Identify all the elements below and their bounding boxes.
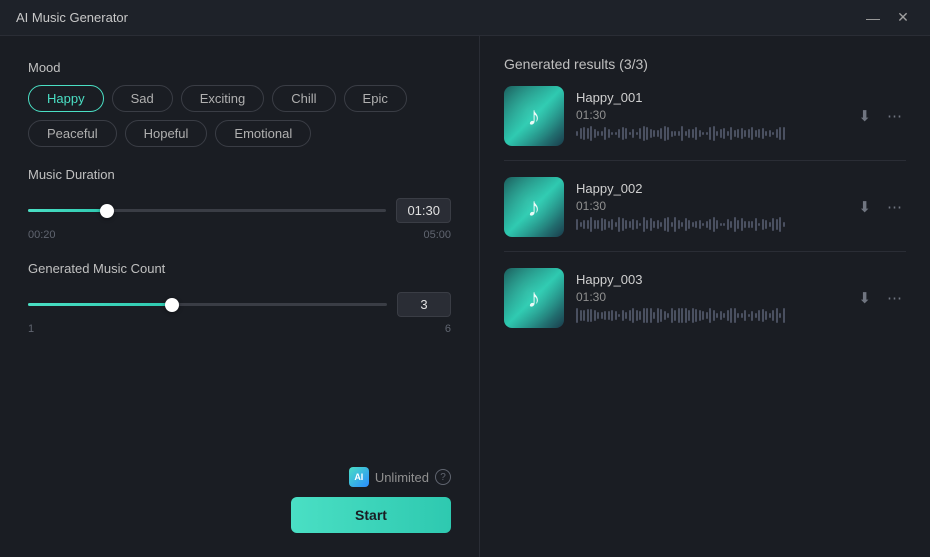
unlimited-row: AI Unlimited ? <box>349 467 451 487</box>
left-panel: Mood Happy Sad Exciting Chill Epic Peace… <box>0 36 480 557</box>
result-thumb-2: ♪ <box>504 177 564 237</box>
result-info-2: Happy_002 01:30 <box>576 181 842 234</box>
more-button-3[interactable]: ⋯ <box>883 285 906 311</box>
result-time-1: 01:30 <box>576 108 842 122</box>
duration-track <box>28 209 386 212</box>
result-info-1: Happy_001 01:30 <box>576 90 842 143</box>
result-time-2: 01:30 <box>576 199 842 213</box>
duration-min: 00:20 <box>28 229 56 241</box>
count-min: 1 <box>28 323 34 335</box>
info-icon[interactable]: ? <box>435 469 451 485</box>
app-title: AI Music Generator <box>16 10 128 25</box>
result-item-2: ♪ Happy_002 01:30 ⬇ ⋯ <box>504 177 906 252</box>
duration-slider-wrapper <box>28 201 386 221</box>
more-button-2[interactable]: ⋯ <box>883 194 906 220</box>
duration-range: 00:20 05:00 <box>28 229 451 241</box>
count-label: Generated Music Count <box>28 261 451 276</box>
main-layout: Mood Happy Sad Exciting Chill Epic Peace… <box>0 36 930 557</box>
music-note-icon-2: ♪ <box>528 192 541 223</box>
mood-btn-happy[interactable]: Happy <box>28 85 104 112</box>
count-slider-wrapper <box>28 295 387 315</box>
duration-slider-row: 01:30 <box>28 198 451 223</box>
mood-btn-peaceful[interactable]: Peaceful <box>28 120 117 147</box>
mood-btn-chill[interactable]: Chill <box>272 85 335 112</box>
result-name-2: Happy_002 <box>576 181 842 196</box>
count-fill <box>28 303 172 306</box>
result-actions-1: ⬇ ⋯ <box>854 103 906 129</box>
start-button[interactable]: Start <box>291 497 451 533</box>
count-max: 6 <box>445 323 451 335</box>
duration-label: Music Duration <box>28 167 451 182</box>
mood-btn-hopeful[interactable]: Hopeful <box>125 120 208 147</box>
duration-section: Music Duration 01:30 00:20 05:00 <box>28 167 451 241</box>
mood-btn-exciting[interactable]: Exciting <box>181 85 265 112</box>
duration-fill <box>28 209 107 212</box>
close-button[interactable]: ✕ <box>892 7 914 29</box>
results-header: Generated results (3/3) <box>504 56 906 72</box>
duration-thumb[interactable] <box>100 204 114 218</box>
download-button-3[interactable]: ⬇ <box>854 285 875 311</box>
result-thumb-1: ♪ <box>504 86 564 146</box>
count-range: 1 6 <box>28 323 451 335</box>
result-name-3: Happy_003 <box>576 272 842 287</box>
result-actions-2: ⬇ ⋯ <box>854 194 906 220</box>
download-button-1[interactable]: ⬇ <box>854 103 875 129</box>
count-thumb[interactable] <box>165 298 179 312</box>
mood-btn-sad[interactable]: Sad <box>112 85 173 112</box>
result-actions-3: ⬇ ⋯ <box>854 285 906 311</box>
right-panel: Generated results (3/3) ♪ Happy_001 01:3… <box>480 36 930 557</box>
download-button-2[interactable]: ⬇ <box>854 194 875 220</box>
waveform-2 <box>576 216 842 234</box>
count-section: Generated Music Count 3 1 6 <box>28 261 451 335</box>
count-track <box>28 303 387 306</box>
mood-btn-epic[interactable]: Epic <box>344 85 407 112</box>
mood-label: Mood <box>28 60 451 75</box>
mood-grid: Happy Sad Exciting Chill Epic Peaceful H… <box>28 85 451 147</box>
result-name-1: Happy_001 <box>576 90 842 105</box>
title-bar: AI Music Generator — ✕ <box>0 0 930 36</box>
mood-btn-emotional[interactable]: Emotional <box>215 120 311 147</box>
duration-max: 05:00 <box>423 229 451 241</box>
ai-badge: AI <box>349 467 369 487</box>
mood-section: Mood Happy Sad Exciting Chill Epic Peace… <box>28 60 451 147</box>
result-item-3: ♪ Happy_003 01:30 ⬇ ⋯ <box>504 268 906 342</box>
result-time-3: 01:30 <box>576 290 842 304</box>
music-note-icon-1: ♪ <box>528 101 541 132</box>
bottom-area: AI Unlimited ? Start <box>28 467 451 533</box>
result-item-1: ♪ Happy_001 01:30 ⬇ ⋯ <box>504 86 906 161</box>
count-value: 3 <box>397 292 451 317</box>
more-button-1[interactable]: ⋯ <box>883 103 906 129</box>
minimize-button[interactable]: — <box>862 7 884 29</box>
window-controls: — ✕ <box>862 7 914 29</box>
music-note-icon-3: ♪ <box>528 283 541 314</box>
result-info-3: Happy_003 01:30 <box>576 272 842 325</box>
waveform-1 <box>576 125 842 143</box>
waveform-3 <box>576 307 842 325</box>
duration-value: 01:30 <box>396 198 451 223</box>
result-thumb-3: ♪ <box>504 268 564 328</box>
unlimited-label: Unlimited <box>375 470 429 485</box>
count-slider-row: 3 <box>28 292 451 317</box>
